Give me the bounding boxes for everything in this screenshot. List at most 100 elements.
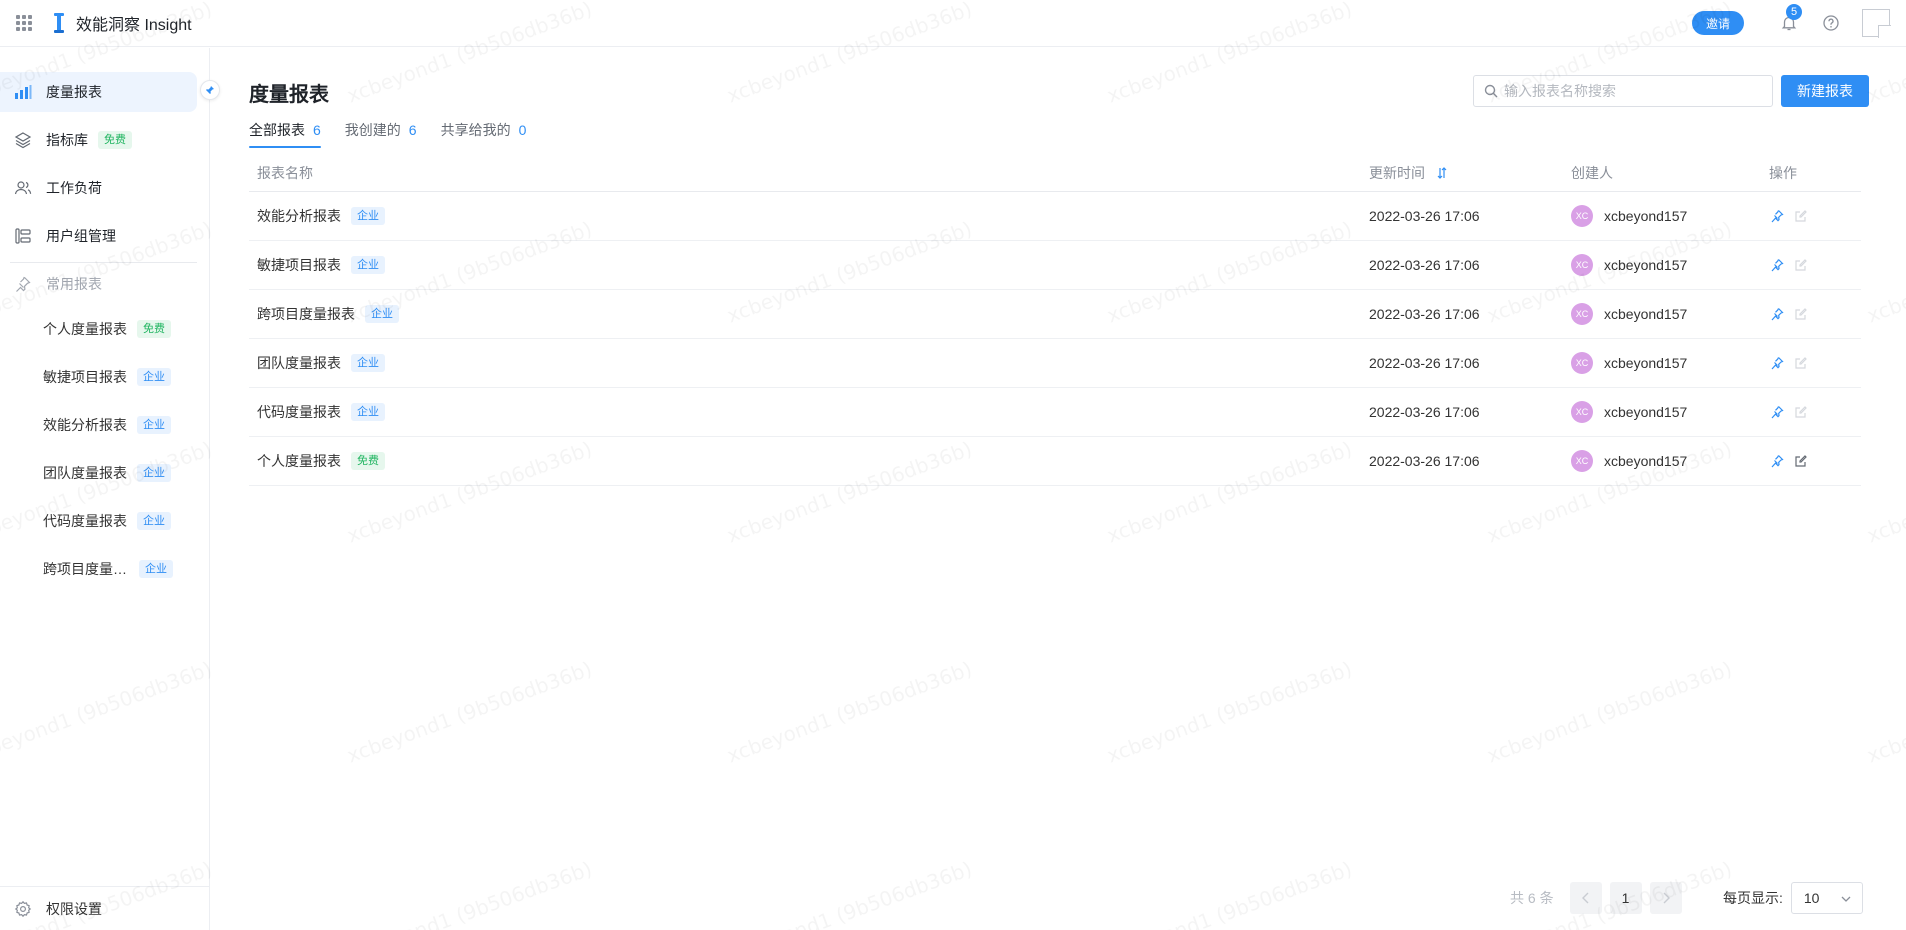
permission-settings-item[interactable]: 权限设置: [0, 886, 210, 930]
new-report-button[interactable]: 新建报表: [1781, 75, 1869, 107]
tab-all-reports[interactable]: 全部报表 6: [249, 120, 321, 148]
search-box[interactable]: [1473, 75, 1773, 107]
report-name[interactable]: 效能分析报表: [257, 206, 341, 226]
edit-icon: [1793, 208, 1809, 224]
enterprise-tag: 企业: [137, 368, 171, 386]
edit-icon: [1793, 257, 1809, 273]
table-row[interactable]: 团队度量报表 企业 2022-03-26 17:06 XC xcbeyond157: [249, 339, 1861, 388]
watermark-text: xcbeyond1 (9b506db36b): [1104, 856, 1355, 930]
column-ops: 操作: [1769, 164, 1797, 181]
tab-count: 0: [518, 122, 527, 138]
report-table: 报表名称 更新时间 创建人 操作 效能分析报表 企业 2022-03-26 17:…: [249, 154, 1861, 486]
pin-icon[interactable]: [1769, 453, 1785, 469]
pinned-report-item[interactable]: 个人度量报表 免费: [43, 319, 171, 339]
updated-time: 2022-03-26 17:06: [1369, 355, 1480, 371]
enterprise-tag: 企业: [351, 403, 385, 421]
sidebar-item-user-groups[interactable]: 用户组管理: [0, 216, 197, 256]
tab-shared-with-me[interactable]: 共享给我的 0: [441, 120, 527, 148]
enterprise-tag: 企业: [137, 464, 171, 482]
sidebar: 度量报表 指标库 免费 工作负荷 用户组管理 常用报表 个人度量报表 免费 敏捷…: [0, 48, 210, 930]
creator-name: xcbeyond157: [1604, 257, 1688, 273]
updated-time: 2022-03-26 17:06: [1369, 208, 1480, 224]
user-avatar[interactable]: [1862, 9, 1891, 38]
tab-created-by-me[interactable]: 我创建的 6: [345, 120, 417, 148]
chevron-right-icon: [1663, 892, 1670, 904]
invite-button[interactable]: 邀请: [1691, 11, 1744, 35]
top-header: 效能洞察 Insight 邀请 5: [0, 0, 1906, 47]
pinned-report-item[interactable]: 团队度量报表 企业: [43, 463, 171, 483]
edit-icon[interactable]: [1793, 453, 1809, 469]
chevron-left-icon: [1581, 892, 1589, 904]
help-icon[interactable]: [1822, 14, 1840, 32]
table-row[interactable]: 个人度量报表 免费 2022-03-26 17:06 XC xcbeyond157: [249, 437, 1861, 486]
pin-icon[interactable]: [1769, 355, 1785, 371]
report-name[interactable]: 团队度量报表: [257, 353, 341, 373]
updated-time: 2022-03-26 17:06: [1369, 257, 1480, 273]
creator-avatar: XC: [1571, 254, 1593, 276]
updated-time: 2022-03-26 17:06: [1369, 453, 1480, 469]
table-row[interactable]: 跨项目度量报表 企业 2022-03-26 17:06 XC xcbeyond157: [249, 290, 1861, 339]
free-tag: 免费: [351, 452, 385, 470]
pin-icon[interactable]: [1769, 404, 1785, 420]
updated-time: 2022-03-26 17:06: [1369, 404, 1480, 420]
watermark-text: xcbeyond1 (9b506db36b): [724, 856, 975, 930]
watermark-text: xcbeyond1 (9b506db36b): [1864, 856, 1906, 930]
pin-icon: [14, 275, 32, 293]
notification-bell[interactable]: 5: [1780, 4, 1802, 32]
report-name[interactable]: 个人度量报表: [257, 451, 341, 471]
next-page-button[interactable]: [1649, 882, 1682, 914]
pin-icon[interactable]: [1769, 257, 1785, 273]
watermark-text: xcbeyond1 (9b506db36b): [1864, 656, 1906, 767]
table-row[interactable]: 效能分析报表 企业 2022-03-26 17:06 XC xcbeyond157: [249, 192, 1861, 241]
insight-logo-icon: [52, 11, 66, 35]
watermark-text: xcbeyond1 (9b506db36b): [1864, 436, 1906, 547]
sidebar-item-metrics[interactable]: 指标库 免费: [0, 120, 197, 160]
creator-avatar: XC: [1571, 401, 1593, 423]
gear-icon: [14, 900, 32, 918]
enterprise-tag: 企业: [351, 256, 385, 274]
page-number-button[interactable]: 1: [1609, 882, 1642, 914]
tab-count: 6: [408, 122, 417, 138]
sort-icon[interactable]: [1437, 166, 1447, 179]
pin-icon[interactable]: [1769, 208, 1785, 224]
pinned-report-item[interactable]: 代码度量报表 企业: [43, 511, 171, 531]
edit-icon: [1793, 306, 1809, 322]
enterprise-tag: 企业: [139, 560, 173, 578]
column-updated[interactable]: 更新时间: [1369, 163, 1447, 183]
watermark-text: xcbeyond1 (9b506db36b): [1104, 656, 1355, 767]
report-name[interactable]: 跨项目度量报表: [257, 304, 355, 324]
app-grid-icon[interactable]: [16, 15, 32, 31]
table-row[interactable]: 敏捷项目报表 企业 2022-03-26 17:06 XC xcbeyond157: [249, 241, 1861, 290]
sidebar-item-label: 用户组管理: [46, 228, 116, 244]
page-size-control: 每页显示: 10: [1723, 882, 1863, 914]
column-creator: 创建人: [1571, 164, 1613, 181]
sidebar-item-reports[interactable]: 度量报表: [0, 72, 197, 112]
pagination: 共 6 条 1: [1510, 882, 1682, 914]
search-input[interactable]: [1504, 83, 1754, 99]
report-tabs: 全部报表 6 我创建的 6 共享给我的 0: [249, 120, 550, 148]
app-title: 效能洞察 Insight: [76, 17, 192, 34]
watermark-text: xcbeyond1 (9b506db36b): [344, 856, 595, 930]
report-name[interactable]: 敏捷项目报表: [257, 255, 341, 275]
prev-page-button[interactable]: [1569, 882, 1602, 914]
enterprise-tag: 企业: [137, 416, 171, 434]
sidebar-item-workload[interactable]: 工作负荷: [0, 168, 197, 208]
bar-chart-icon: [14, 83, 32, 101]
layers-icon: [14, 131, 32, 149]
pinned-report-item[interactable]: 效能分析报表 企业: [43, 415, 171, 435]
report-name[interactable]: 代码度量报表: [257, 402, 341, 422]
creator-avatar: XC: [1571, 303, 1593, 325]
creator-name: xcbeyond157: [1604, 306, 1688, 322]
creator-name: xcbeyond157: [1604, 404, 1688, 420]
creator-name: xcbeyond157: [1604, 208, 1688, 224]
page-size-select[interactable]: 10: [1790, 882, 1863, 914]
pinned-report-item[interactable]: 跨项目度量报表 企业: [43, 559, 173, 579]
sidebar-collapse-button[interactable]: [200, 80, 220, 100]
enterprise-tag: 企业: [365, 305, 399, 323]
pinned-section-title: 常用报表: [14, 274, 102, 294]
table-header: 报表名称 更新时间 创建人 操作: [249, 154, 1861, 192]
creator-name: xcbeyond157: [1604, 453, 1688, 469]
table-row[interactable]: 代码度量报表 企业 2022-03-26 17:06 XC xcbeyond157: [249, 388, 1861, 437]
pinned-report-item[interactable]: 敏捷项目报表 企业: [43, 367, 171, 387]
pin-icon[interactable]: [1769, 306, 1785, 322]
